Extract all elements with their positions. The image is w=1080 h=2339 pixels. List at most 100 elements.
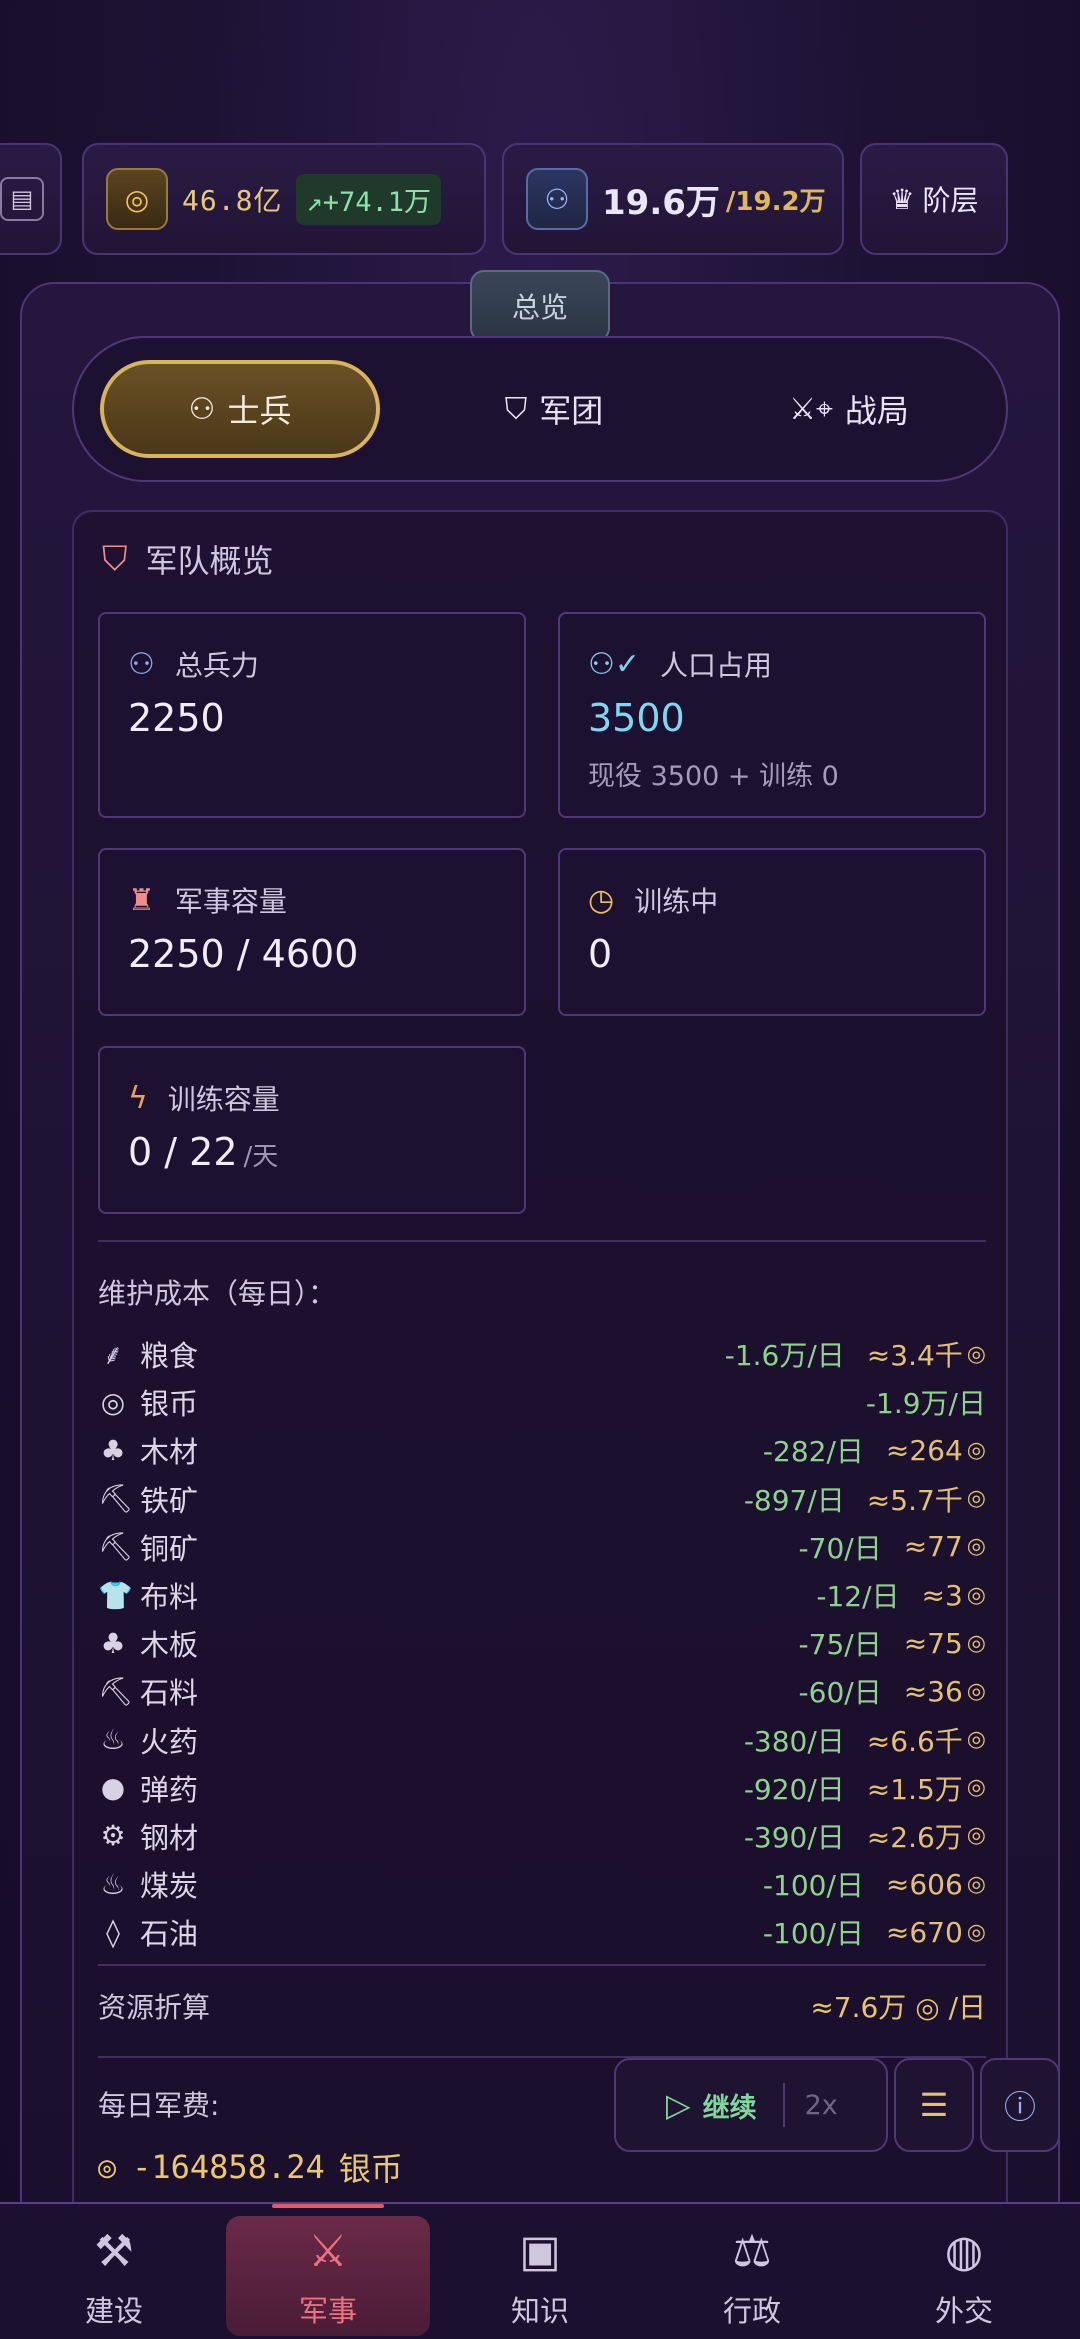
divider [782, 2083, 785, 2127]
stat-training: ◷ 训练中 0 [558, 848, 986, 1016]
cost-row: ◎ 银币 -1.9万/日 [98, 1378, 986, 1426]
conversion-unit: /日 [948, 1991, 986, 2024]
cost-approx: ≈75 [903, 1626, 963, 1660]
nav-knowledge-label: 知识 [510, 2294, 569, 2328]
tab-soldiers[interactable]: ⚇ 士兵 [100, 360, 380, 458]
cost-name: 布料 [140, 1580, 199, 1615]
cost-name: 木板 [140, 1628, 199, 1663]
cost-name: 钢材 [140, 1820, 199, 1855]
population-chip[interactable]: ⚇ 19.6万 /19.2万 [502, 143, 844, 255]
tree-icon: ♣ [100, 1626, 126, 1660]
coins-icon: ◎ [966, 1437, 986, 1463]
hammer-icon: ⚒ [94, 2226, 134, 2277]
cost-row: ♣ 木板 -75/日 ≈75 ◎ [98, 1619, 986, 1667]
tab-war-label: 战局 [844, 392, 909, 430]
coins-icon: ◎ [100, 1385, 126, 1419]
stat-label: 军事容量 [174, 885, 287, 918]
nav-military[interactable]: ⚔ 军事 [226, 2204, 430, 2339]
scroll-icon: ▤ [0, 177, 44, 221]
daily-cost-unit: 银币 [338, 2150, 403, 2188]
conversion-value: ≈7.6万 [810, 1991, 907, 2024]
cost-values: -100/日 ≈606 ◎ [763, 1864, 986, 1904]
coins-icon: ◎ [966, 1534, 986, 1560]
coins-icon: ◎ [966, 1630, 986, 1656]
cost-value: -390/日 [743, 1820, 845, 1854]
cost-row: ◊ 石油 -100/日 ≈670 ◎ [98, 1908, 986, 1956]
cost-value: -75/日 [798, 1628, 882, 1662]
crown-icon: ♛ [889, 182, 915, 216]
cost-value: -380/日 [743, 1724, 845, 1758]
tab-war[interactable]: ⚔⌖ 战局 [714, 360, 984, 458]
population-max: /19.2万 [725, 186, 826, 217]
cost-name: 银币 [140, 1387, 199, 1422]
nav-knowledge[interactable]: ▣ 知识 [450, 2204, 630, 2339]
wheat-icon: ⸙ [102, 1338, 124, 1372]
coins-icon: ◎ [966, 1582, 986, 1608]
menu-button[interactable]: ☰ [894, 2058, 974, 2152]
overview-tab[interactable]: 总览 [470, 270, 610, 342]
speed-button[interactable]: 2x [805, 2090, 838, 2121]
cost-values: -1.9万/日 [866, 1382, 986, 1422]
resource-conversion: 资源折算 ≈7.6万 ◎ /日 [98, 1986, 986, 2026]
coins-icon: ◎ [966, 1678, 986, 1704]
tab-legion[interactable]: ⛉ 军团 [434, 360, 674, 458]
cost-name: 粮食 [140, 1339, 199, 1374]
coins-icon: ◎ [966, 1871, 986, 1897]
cost-value: -100/日 [762, 1917, 864, 1951]
stat-value: 0 / 22 [128, 1130, 238, 1174]
user-check-icon: ⚇✓ [588, 646, 641, 682]
population-value: 19.6万 [602, 182, 720, 223]
cost-approx: ≈670 [885, 1915, 963, 1949]
cost-name: 火药 [140, 1724, 199, 1759]
lightning-icon: ϟ [128, 1080, 148, 1116]
daily-cost-value: -164858.24 [132, 2148, 325, 2186]
cost-values: -897/日 ≈5.7千 ◎ [744, 1479, 986, 1519]
stat-value: 2250 / 4600 [128, 932, 359, 976]
cost-approx: ≈2.6万 [866, 1820, 963, 1854]
nav-admin[interactable]: ⚖ 行政 [662, 2204, 842, 2339]
army-overview-card: ⛉ 军队概览 ⚇ 总兵力 2250 ⚇✓ 人口占用 3500 现役 3500 +… [72, 510, 1008, 2270]
continue-button[interactable]: 继续 [703, 2086, 757, 2125]
stat-value: 2250 [128, 696, 225, 740]
swords-map-pin-icon: ⚔⌖ [789, 391, 833, 427]
play-icon[interactable]: ▷ [666, 2086, 691, 2124]
nav-military-label: 军事 [298, 2294, 357, 2328]
nav-admin-label: 行政 [722, 2294, 781, 2328]
cost-values: -70/日 ≈77 ◎ [799, 1527, 986, 1567]
cost-value: -1.6万/日 [724, 1339, 845, 1373]
cost-values: -60/日 ≈36 ◎ [799, 1671, 986, 1711]
pickaxe-icon: ⛏ [98, 1482, 134, 1516]
cost-name: 木材 [140, 1435, 199, 1470]
army-title: ⛉ 军队概览 [102, 536, 274, 582]
help-button[interactable]: ⓘ [980, 2058, 1060, 2152]
cost-value: -60/日 [798, 1676, 882, 1710]
cost-row: ⛏ 石料 -60/日 ≈36 ◎ [98, 1667, 986, 1715]
shirt-icon: 👕 [98, 1578, 133, 1612]
flame-icon: ♨ [100, 1723, 126, 1757]
coins-icon: ◎ [98, 2149, 117, 2185]
cost-values: -282/日 ≈264 ◎ [763, 1430, 986, 1470]
nav-diplomacy[interactable]: ◍ 外交 [874, 2204, 1054, 2339]
globe-icon: ◍ [944, 2226, 984, 2277]
pickaxe-icon: ⛏ [98, 1674, 134, 1708]
stat-value: 0 [588, 932, 613, 976]
nav-active-bar [272, 2204, 384, 2208]
tier-label: 阶层 [922, 184, 979, 217]
scroll-chip[interactable]: ▤ [0, 143, 62, 255]
nav-diplomacy-label: 外交 [934, 2294, 993, 2328]
conversion-label: 资源折算 [98, 1991, 211, 2024]
cost-approx: ≈264 [885, 1433, 963, 1467]
coins-icon: ◎ [966, 1341, 986, 1367]
cost-row: ♨ 煤炭 -100/日 ≈606 ◎ [98, 1860, 986, 1908]
cost-value: -70/日 [798, 1531, 882, 1565]
silver-delta-badge: ↗+74.1万 [296, 173, 441, 225]
tier-button[interactable]: ♛ 阶层 [860, 143, 1008, 255]
silver-chip[interactable]: ◎ 46.8亿 ↗+74.1万 [82, 143, 486, 255]
clock-icon: ◷ [588, 882, 615, 918]
daily-cost-label: 每日军费: [98, 2089, 220, 2122]
cost-row: ♣ 木材 -282/日 ≈264 ◎ [98, 1426, 986, 1474]
cost-value: -12/日 [816, 1580, 900, 1614]
flame-icon: ♨ [100, 1867, 126, 1901]
cost-row: ⚙ 钢材 -390/日 ≈2.6万 ◎ [98, 1812, 986, 1860]
nav-build[interactable]: ⚒ 建设 [24, 2204, 204, 2339]
